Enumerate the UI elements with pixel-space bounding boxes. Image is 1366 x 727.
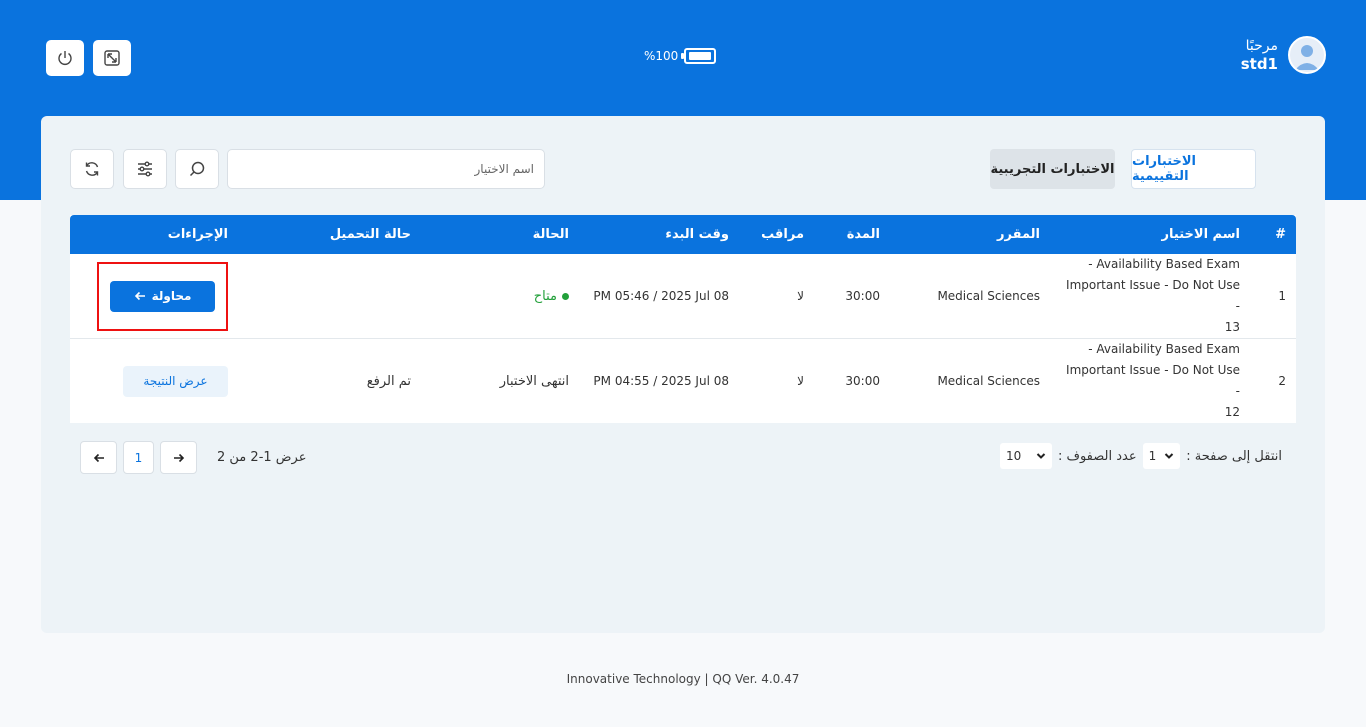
view-result-button[interactable]: عرض النتيجة — [123, 365, 228, 397]
user-info: مرحبًا std1 — [1241, 36, 1326, 74]
battery-indicator: %100 — [644, 48, 717, 64]
proctor: لا — [739, 254, 814, 339]
col-number: # — [1250, 215, 1296, 254]
exam-name: Availability Based Exam - Important Issu… — [1066, 342, 1240, 419]
col-actions: الإجراءات — [70, 215, 238, 254]
status: متاح — [421, 254, 579, 339]
course: Medical Sciences — [937, 374, 1040, 388]
start-time: PM 05:46 / 2025 Jul 08 — [579, 254, 739, 339]
tab-practice-exams[interactable]: الاختبارات التجريبية — [990, 149, 1115, 189]
arrow-left-icon — [93, 453, 104, 462]
chevron-down-icon — [1036, 453, 1046, 459]
row-number: 2 — [1278, 374, 1286, 388]
exam-name: Availability Based Exam - Important Issu… — [1050, 254, 1250, 339]
footer-text: Innovative Technology | QQ Ver. 4.0.47 — [566, 672, 800, 686]
search-icon — [189, 161, 205, 177]
row-number: 1 — [1250, 254, 1296, 339]
fullscreen-button[interactable] — [93, 40, 131, 76]
status: انتهى الاختبار — [499, 373, 569, 389]
start-time: PM 04:55 / 2025 Jul 08 — [593, 374, 729, 388]
col-upload-status: حالة التحميل — [238, 215, 421, 254]
page-number-button[interactable]: 1 — [123, 441, 154, 474]
highlight-box: محاولة — [97, 261, 228, 331]
status-label: متاح — [533, 288, 557, 304]
col-start-time: وقت البدء — [579, 215, 739, 254]
pagination-info: عرض 1-2 من 2 — [217, 450, 307, 465]
avatar-icon[interactable] — [1288, 36, 1326, 74]
exams-table: # اسم الاختيار المقرر المدة مراقب وقت ال… — [70, 215, 1296, 423]
goto-page-label: انتقل إلى صفحة : — [1186, 448, 1282, 464]
available-dot-icon — [562, 292, 569, 300]
actions-cell: محاولة — [70, 254, 238, 339]
arrow-right-icon — [173, 453, 184, 462]
sliders-icon — [138, 161, 152, 177]
col-course: المقرر — [890, 215, 1050, 254]
previous-page-button[interactable] — [80, 441, 117, 474]
table-header-row: # اسم الاختيار المقرر المدة مراقب وقت ال… — [70, 215, 1296, 254]
logout-button[interactable] — [46, 40, 84, 76]
expand-icon — [104, 50, 120, 66]
proctor: لا — [797, 374, 804, 388]
arrow-left-icon — [134, 291, 145, 301]
greeting: مرحبًا — [1245, 38, 1278, 54]
col-status: الحالة — [421, 215, 579, 254]
tab-assessment-exams[interactable]: الاختبارات التقييمية — [1131, 149, 1256, 189]
actions-cell: عرض النتيجة — [70, 339, 238, 424]
page-navigation: 1 عرض 1-2 من 2 — [80, 441, 306, 474]
search-button[interactable] — [175, 149, 219, 189]
duration: 30:00 — [845, 374, 880, 388]
upload-status — [238, 254, 421, 339]
filter-button[interactable] — [123, 149, 167, 189]
goto-page-select[interactable]: 1 — [1142, 443, 1181, 469]
next-page-button[interactable] — [160, 441, 197, 474]
col-proctor: مراقب — [739, 215, 814, 254]
refresh-button[interactable] — [70, 149, 114, 189]
rows-per-page-select[interactable]: 10 — [999, 443, 1052, 469]
exams-card: الاختبارات التقييمية الاختبارات التجريبي… — [41, 116, 1325, 633]
upload-status: تم الرفع — [366, 373, 411, 389]
table-row: 2 Availability Based Exam - Important Is… — [70, 339, 1296, 424]
exam-search-input[interactable] — [227, 149, 545, 189]
col-exam-name: اسم الاختيار — [1050, 215, 1250, 254]
rows-per-page-label: عدد الصفوف : — [1057, 448, 1137, 464]
battery-level: %100 — [644, 49, 679, 63]
attempt-button[interactable]: محاولة — [110, 280, 215, 312]
course: Medical Sciences — [890, 254, 1050, 339]
col-duration: المدة — [814, 215, 890, 254]
table-row: 1 Availability Based Exam - Important Is… — [70, 254, 1296, 339]
duration: 30:00 — [814, 254, 890, 339]
chevron-down-icon — [1165, 453, 1174, 459]
battery-icon — [681, 48, 717, 64]
username: std1 — [1240, 55, 1278, 73]
refresh-icon — [85, 162, 99, 176]
pagination-controls: انتقل إلى صفحة : 1 عدد الصفوف : 10 — [999, 443, 1282, 469]
power-icon — [58, 51, 72, 65]
